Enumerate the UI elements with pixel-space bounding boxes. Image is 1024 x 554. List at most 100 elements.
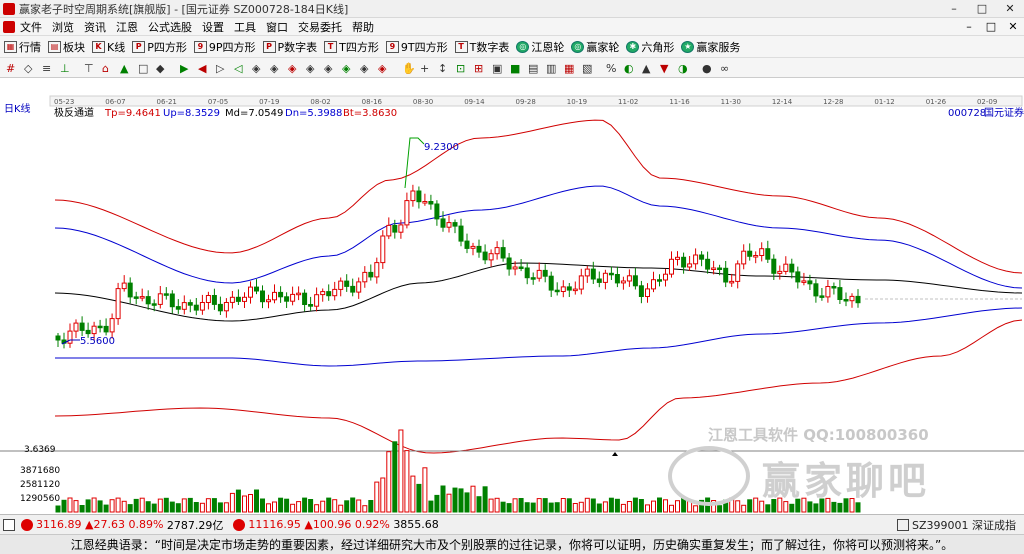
draw-tool-26-icon[interactable]: ▣ <box>492 62 502 75</box>
menu-tools[interactable]: 工具 <box>229 19 261 35</box>
draw-tool-6-icon[interactable]: ▲ <box>120 62 129 75</box>
menu-window[interactable]: 窗口 <box>261 19 293 35</box>
close-button[interactable]: ✕ <box>996 2 1024 15</box>
keyboard-icon[interactable] <box>3 518 15 531</box>
9p-square-icon: 9 <box>193 40 207 53</box>
draw-tool-27-icon[interactable]: ■ <box>510 62 520 75</box>
maximize-button[interactable]: □ <box>968 2 996 15</box>
mdi-minimize-button[interactable]: – <box>958 20 980 33</box>
draw-tool-3-icon[interactable]: ⊥ <box>60 62 70 75</box>
status-right: SZ399001 深证成指 <box>894 517 1024 533</box>
draw-tool-8-icon[interactable]: ◆ <box>156 62 165 75</box>
volume-bar <box>211 498 217 513</box>
draw-tool-32-icon[interactable]: % <box>606 62 616 75</box>
toolbar-t-table[interactable]: T T数字表 <box>454 39 509 55</box>
mdi-close-button[interactable]: ✕ <box>1002 20 1024 33</box>
candle <box>759 242 765 262</box>
draw-tool-30-icon[interactable]: ▦ <box>564 62 574 75</box>
draw-tool-10-icon[interactable]: ◀ <box>198 62 207 75</box>
volume-bar <box>133 498 139 513</box>
svg-text:%: % <box>606 62 616 75</box>
toolbar-winner-wheel[interactable]: ◎ 赢家轮 <box>571 39 619 55</box>
draw-tool-36-icon[interactable]: ◑ <box>678 62 688 75</box>
draw-tool-9-icon[interactable]: ▶ <box>180 62 189 75</box>
toolbar-p-square[interactable]: P P四方形 <box>132 39 187 55</box>
candle <box>530 272 536 285</box>
draw-tool-14-icon[interactable]: ◈ <box>270 62 279 75</box>
chart-area[interactable]: 日K线 05-23 06-07 06-21 07-05 07-19 08-02 08-16 0… <box>0 78 1024 514</box>
draw-tool-17-icon[interactable]: ◈ <box>324 62 333 75</box>
draw-tool-11-icon[interactable]: ▷ <box>216 62 225 75</box>
menu-help[interactable]: 帮助 <box>347 19 379 35</box>
draw-tool-15-icon[interactable]: ◈ <box>288 62 297 75</box>
candle <box>506 253 512 276</box>
volume-bar <box>765 504 771 513</box>
sh-index-change: ▲27.63 <box>85 518 125 531</box>
draw-tool-0-icon[interactable]: # <box>6 62 15 75</box>
toolbar-kline[interactable]: K K线 <box>92 39 125 55</box>
toolbar-9p-square[interactable]: 9 9P四方形 <box>193 39 256 55</box>
draw-tool-18-icon[interactable]: ◈ <box>342 62 351 75</box>
high-price-label: 9.2300 <box>424 142 459 153</box>
draw-tool-16-icon[interactable]: ◈ <box>306 62 315 75</box>
draw-tool-24-icon[interactable]: ⊡ <box>456 62 465 75</box>
draw-tool-2-icon[interactable]: ≡ <box>42 62 51 75</box>
candle <box>536 262 542 282</box>
menu-info[interactable]: 资讯 <box>79 19 111 35</box>
candle <box>332 281 338 301</box>
toolbar-service[interactable]: ★ 赢家服务 <box>681 39 740 55</box>
draw-tool-20-icon[interactable]: ◈ <box>378 62 387 75</box>
draw-tool-13-icon[interactable]: ◈ <box>252 62 261 75</box>
drawing-toolbar: # ◇ ≡ ⊥ ⊤ ⌂ ▲ □ ◆ ▶ ◀ ▷ ◁ ◈ ◈ ◈ ◈ ◈ ◈ ◈ ◈ ✋ + ↕ ⊡ ⊞ ▣ ■ ▤ ▥ ▦ ▧% ◐ ▲ ▼ ◑ ● ∞ <box>0 58 1024 78</box>
draw-tool-35-icon[interactable]: ▼ <box>660 62 669 75</box>
minimize-button[interactable]: – <box>940 2 968 15</box>
menu-trade[interactable]: 交易委托 <box>293 19 347 35</box>
toolbar-9t-square[interactable]: 9 9T四方形 <box>385 39 448 55</box>
menu-settings[interactable]: 设置 <box>197 19 229 35</box>
draw-tool-38-icon[interactable]: ∞ <box>720 62 729 75</box>
draw-tool-33-icon[interactable]: ◐ <box>624 62 634 75</box>
draw-tool-5-icon[interactable]: ⌂ <box>102 62 109 75</box>
draw-tool-23-icon[interactable]: ↕ <box>438 62 447 75</box>
sz-index-amount: 3855.68 <box>393 518 439 531</box>
svg-text:●: ● <box>702 62 712 75</box>
toolbar-gann-wheel[interactable]: ◎ 江恩轮 <box>516 39 564 55</box>
candle <box>133 291 139 305</box>
draw-tool-21-icon[interactable]: ✋ <box>402 62 416 75</box>
candle <box>55 333 61 347</box>
menu-formula[interactable]: 公式选股 <box>143 19 197 35</box>
draw-tool-25-icon[interactable]: ⊞ <box>474 62 483 75</box>
toolbar-p-table[interactable]: P P数字表 <box>262 39 317 55</box>
draw-tool-1-icon[interactable]: ◇ <box>24 62 33 75</box>
date-tick: 12-14 <box>772 98 793 106</box>
drawing-tools[interactable]: # ◇ ≡ ⊥ ⊤ ⌂ ▲ □ ◆ ▶ ◀ ▷ ◁ ◈ ◈ ◈ ◈ ◈ ◈ ◈ ◈ ✋ + ↕ ⊡ ⊞ ▣ ■ ▤ ▥ ▦ ▧% ◐ ▲ ▼ ◑ ● ∞ <box>0 58 1024 78</box>
indicator-tp: Tp=9.4641 <box>104 108 161 119</box>
date-tick: 08-16 <box>362 98 383 106</box>
mdi-restore-button[interactable]: □ <box>980 20 1002 33</box>
draw-tool-22-icon[interactable]: + <box>420 62 429 75</box>
date-tick: 08-30 <box>413 98 433 106</box>
toolbar-blocks[interactable]: ▤ 板块 <box>48 39 85 55</box>
menu-gann[interactable]: 江恩 <box>111 19 143 35</box>
draw-tool-37-icon[interactable]: ● <box>702 62 712 75</box>
toolbar-t-square[interactable]: T T四方形 <box>324 39 379 55</box>
svg-text:#: # <box>6 62 15 75</box>
date-tick: 11-16 <box>669 98 690 106</box>
menu-file[interactable]: 文件 <box>15 19 47 35</box>
draw-tool-4-icon[interactable]: ⊤ <box>84 62 94 75</box>
toolbar-hexagon[interactable]: ✱ 六角形 <box>626 39 674 55</box>
draw-tool-12-icon[interactable]: ◁ <box>234 62 243 75</box>
p-square-icon: P <box>132 40 146 53</box>
draw-tool-7-icon[interactable]: □ <box>138 62 148 75</box>
menu-browse[interactable]: 浏览 <box>47 19 79 35</box>
draw-tool-31-icon[interactable]: ▧ <box>582 62 592 75</box>
draw-tool-34-icon[interactable]: ▲ <box>642 62 651 75</box>
date-tick: 11-30 <box>721 98 741 106</box>
toolbar-quotes[interactable]: ▦ 行情 <box>4 39 41 55</box>
svg-text:▷: ▷ <box>216 62 225 75</box>
draw-tool-28-icon[interactable]: ▤ <box>528 62 538 75</box>
draw-tool-29-icon[interactable]: ▥ <box>546 62 556 75</box>
draw-tool-19-icon[interactable]: ◈ <box>360 62 369 75</box>
svg-text:▧: ▧ <box>582 62 592 75</box>
kline-chart[interactable]: 日K线 05-23 06-07 06-21 07-05 07-19 08-02 08-16 0… <box>0 78 1024 514</box>
